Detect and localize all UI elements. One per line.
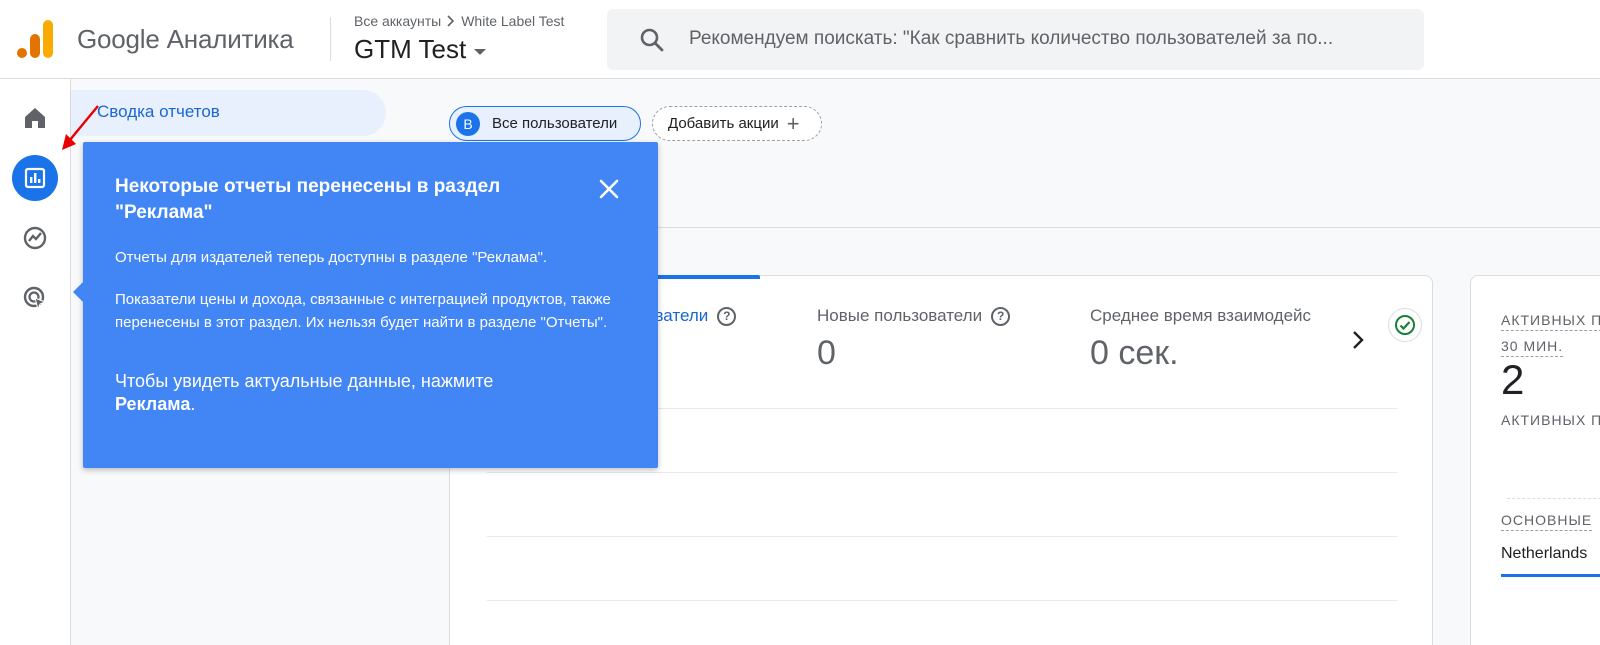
chevron-right-icon[interactable] xyxy=(1350,328,1366,352)
realtime-active-users-label-2: АКТИВНЫХ П xyxy=(1501,412,1600,428)
rail-reports[interactable] xyxy=(12,155,58,201)
nav-item-reports-snapshot[interactable]: Сводка отчетов xyxy=(71,90,386,136)
reports-moved-tooltip: Некоторые отчеты перенесены в раздел "Ре… xyxy=(73,142,658,468)
chart-gridline xyxy=(487,600,1397,601)
tooltip-paragraph-2: Показатели цены и дохода, связанные с ин… xyxy=(115,291,611,331)
metric-new-users[interactable]: Новые пользователи ? 0 xyxy=(817,306,1011,373)
tooltip-p3-suffix: . xyxy=(190,394,196,414)
header-divider xyxy=(330,17,331,61)
reports-bar-chart-icon xyxy=(24,167,46,189)
realtime-card: АКТИВНЫХ П 30 МИН. 2 АКТИВНЫХ П ОСНОВНЫЕ… xyxy=(1470,275,1600,645)
help-icon[interactable]: ? xyxy=(991,306,1011,326)
explore-icon xyxy=(23,226,47,250)
realtime-active-users-label: АКТИВНЫХ П xyxy=(1501,312,1600,331)
realtime-top-label: ОСНОВНЫЕ xyxy=(1501,512,1593,531)
account-breadcrumb[interactable]: Все аккаунты White Label Test xyxy=(354,13,564,29)
dropdown-caret-icon xyxy=(474,48,487,55)
nav-item-label: Сводка отчетов xyxy=(97,102,220,121)
tooltip-paragraph-3: Чтобы увидеть актуальные данные, нажмите… xyxy=(115,370,635,416)
tooltip-paragraph-1: Отчеты для издателей теперь доступны в р… xyxy=(115,249,548,266)
segment-chip-all-users[interactable]: В Все пользователи xyxy=(449,106,641,141)
data-quality-check[interactable] xyxy=(1388,308,1422,342)
country-tab-underline xyxy=(1501,574,1600,577)
add-comparison-button[interactable]: Добавить акции + xyxy=(652,106,822,141)
product-name: Google Аналитика xyxy=(77,24,294,54)
metric-new-users-value: 0 xyxy=(817,334,836,372)
realtime-country-tab[interactable]: Netherlands xyxy=(1501,545,1587,563)
realtime-period-label: 30 МИН. xyxy=(1501,338,1564,357)
metric-users[interactable]: ователи ? xyxy=(645,306,737,326)
annotation-arrow-icon xyxy=(62,105,99,150)
plus-icon: + xyxy=(786,110,800,136)
tooltip-pointer xyxy=(73,282,83,302)
rail-home[interactable] xyxy=(12,95,58,141)
breadcrumb-all-accounts[interactable]: Все аккаунты xyxy=(354,13,441,29)
tooltip-p3-text: Чтобы увидеть актуальные данные, нажмите xyxy=(115,371,494,391)
home-icon xyxy=(25,108,45,128)
search-placeholder[interactable]: Рекомендуем поискать: "Как сравнить коли… xyxy=(689,28,1411,50)
rail-explore[interactable] xyxy=(12,215,58,261)
analytics-logo-icon[interactable] xyxy=(17,20,53,58)
add-comparison-label: Добавить акции xyxy=(668,115,779,132)
search-icon xyxy=(640,28,664,52)
realtime-active-users-value: 2 xyxy=(1501,356,1525,403)
segment-badge: В xyxy=(456,111,480,136)
advertising-icon xyxy=(23,286,47,311)
chevron-right-icon xyxy=(447,15,455,27)
left-nav-rail xyxy=(0,79,71,645)
ga-page: Google Аналитика Все аккаунты White Labe… xyxy=(0,0,1600,645)
close-icon[interactable] xyxy=(598,178,620,200)
metric-engagement-label: Среднее время взаимодейс xyxy=(1090,306,1312,325)
breadcrumb-account[interactable]: White Label Test xyxy=(461,13,564,29)
property-selector[interactable]: GTM Test xyxy=(354,34,487,65)
metric-new-users-label: Новые пользователи xyxy=(817,306,983,325)
chart-gridline xyxy=(487,536,1397,537)
help-icon[interactable]: ? xyxy=(717,306,737,326)
rail-advertising[interactable] xyxy=(12,275,58,321)
check-circle-icon xyxy=(1395,315,1415,335)
chart-gridline xyxy=(487,472,1397,473)
metric-engagement-time[interactable]: Среднее время взаимодейс 0 сек. xyxy=(1090,306,1330,373)
tooltip-title: Некоторые отчеты перенесены в раздел "Ре… xyxy=(115,176,501,223)
metric-engagement-value: 0 сек. xyxy=(1090,334,1179,372)
segment-label: Все пользователи xyxy=(492,115,618,132)
chart-baseline xyxy=(1507,498,1600,499)
search-bar[interactable]: Рекомендуем поискать: "Как сравнить коли… xyxy=(607,9,1424,70)
property-name: GTM Test xyxy=(354,34,467,64)
top-app-bar: Google Аналитика Все аккаунты White Labe… xyxy=(0,0,1600,79)
tooltip-advertising-link[interactable]: Реклама xyxy=(115,394,190,414)
